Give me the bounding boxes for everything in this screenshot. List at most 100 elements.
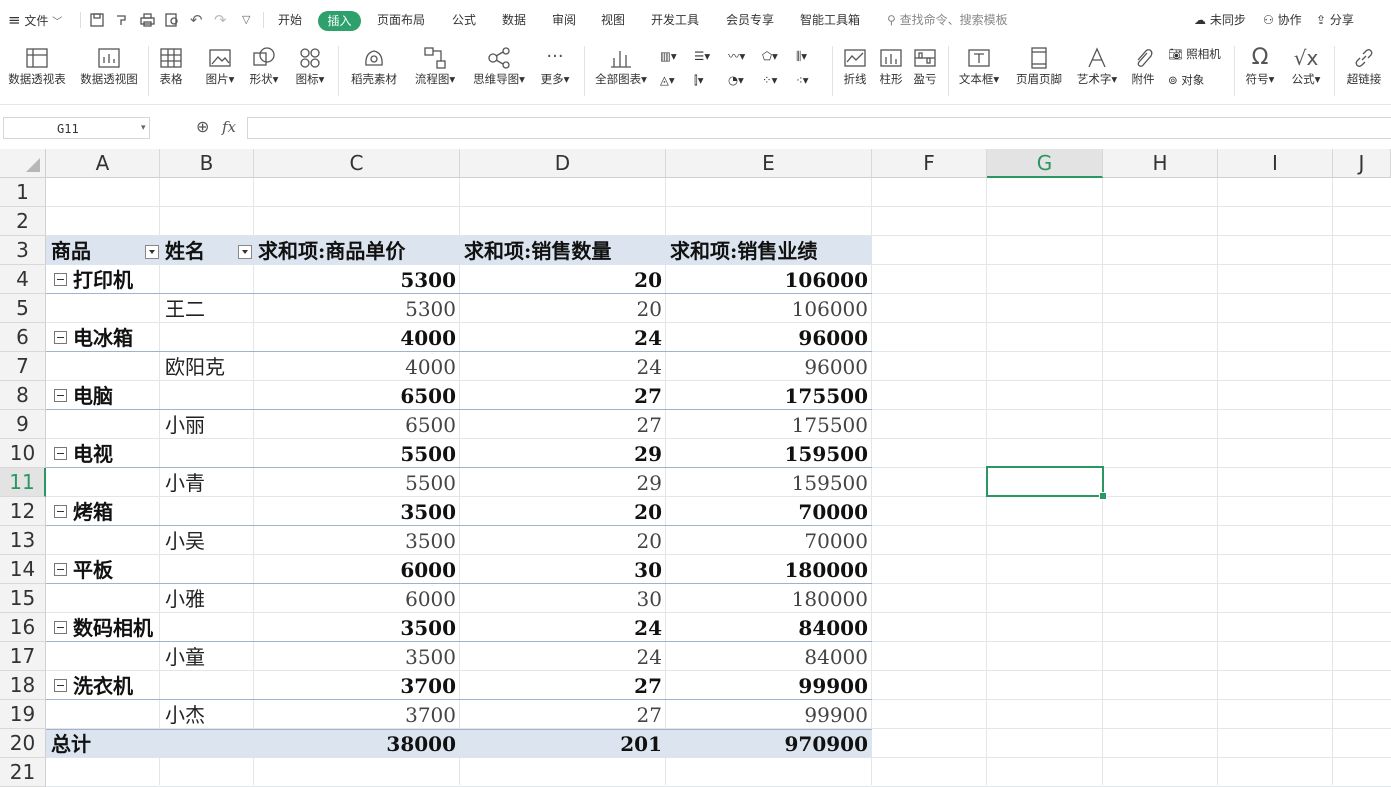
all-charts-button[interactable]: 全部图表▾ [592,44,650,98]
pivot-table-button[interactable]: 数据透视表 [4,44,70,98]
docer-material-button[interactable]: 稻壳素材 [346,44,402,98]
tab-formulas[interactable]: 公式 [452,0,476,40]
tab-smart-toolbox[interactable]: 智能工具箱 [800,0,860,40]
row-header-5[interactable]: 5 [0,294,46,323]
table-button[interactable]: 表格 [154,44,188,98]
row-header-18[interactable]: 18 [0,671,46,700]
combo-chart-dropdown[interactable]: ⫿▾ [694,70,703,90]
column-header-a[interactable]: A [46,149,160,178]
sparkline-winloss-button[interactable]: 盈亏 [908,44,942,98]
zoom-formula-icon[interactable]: ⊕ [196,117,209,136]
collapse-icon[interactable] [54,273,67,286]
active-cell-selection[interactable] [986,466,1104,497]
attachment-button[interactable]: 附件 [1126,44,1160,98]
insert-function-icon[interactable]: fx [222,118,236,136]
bar-chart-dropdown[interactable]: ☰▾ [694,46,710,66]
format-painter-icon[interactable] [115,0,129,40]
undo-icon[interactable]: ↶ [190,0,203,40]
picture-button[interactable]: 图片▾ [200,44,240,98]
quick-access-dropdown-icon[interactable]: ▽ [242,0,250,40]
collapse-icon[interactable] [54,331,67,344]
tab-data[interactable]: 数据 [502,0,526,40]
collaborate-button[interactable]: ⚇ 协作 [1263,0,1302,40]
tab-page-layout[interactable]: 页面布局 [377,0,425,40]
column-header-b[interactable]: B [160,149,254,178]
select-all-corner[interactable] [0,149,46,178]
mindmap-button[interactable]: 思维导图▾ [468,44,530,98]
collapse-icon[interactable] [54,389,67,402]
row-header-19[interactable]: 19 [0,700,46,729]
wordart-button[interactable]: 艺术字▾ [1072,44,1122,98]
flowchart-button[interactable]: 流程图▾ [410,44,460,98]
formula-input[interactable] [247,117,1391,139]
column-header-g[interactable]: G [987,149,1103,178]
hyperlink-button[interactable]: 超链接 [1342,44,1386,98]
row-header-9[interactable]: 9 [0,410,46,439]
tab-view[interactable]: 视图 [601,0,625,40]
more-button[interactable]: ··· 更多▾ [536,44,574,98]
share-button[interactable]: ⇪ 分享 [1316,0,1354,40]
collapse-icon[interactable] [54,679,67,692]
collapse-icon[interactable] [54,621,67,634]
sparkline-line-button[interactable]: 折线 [838,44,872,98]
collapse-icon[interactable] [54,563,67,576]
command-search[interactable]: ⚲ 查找命令、搜索模板 [887,0,1008,40]
row-header-12[interactable]: 12 [0,497,46,526]
row-header-1[interactable]: 1 [0,178,46,207]
radar-chart-dropdown[interactable]: ⬠▾ [762,46,778,66]
redo-icon[interactable]: ↷ [214,0,227,40]
sparkline-column-button[interactable]: 柱形 [874,44,908,98]
row-header-11[interactable]: 11 [0,468,46,497]
print-preview-icon[interactable] [165,0,180,40]
name-box[interactable]: G11 [3,117,150,139]
tab-developer[interactable]: 开发工具 [651,0,699,40]
row-header-13[interactable]: 13 [0,526,46,555]
row-header-21[interactable]: 21 [0,758,46,787]
print-icon[interactable] [140,0,155,40]
file-menu[interactable]: ≡ 文件 ﹀ [8,0,62,40]
row-header-7[interactable]: 7 [0,352,46,381]
symbol-button[interactable]: Ω 符号▾ [1240,44,1280,98]
pie-chart-dropdown[interactable]: ◔▾ [728,70,744,90]
textbox-button[interactable]: 文本框▾ [954,44,1004,98]
sync-status[interactable]: ☁ 未同步 [1194,0,1246,40]
row-header-17[interactable]: 17 [0,642,46,671]
column-header-c[interactable]: C [254,149,460,178]
row-header-2[interactable]: 2 [0,207,46,236]
fill-handle[interactable] [1099,492,1107,500]
row-header-15[interactable]: 15 [0,584,46,613]
row-header-14[interactable]: 14 [0,555,46,584]
name-filter-dropdown-icon[interactable] [238,245,252,259]
icon-library-button[interactable]: 图标▾ [290,44,330,98]
product-filter-dropdown-icon[interactable] [145,245,159,259]
column-header-f[interactable]: F [872,149,987,178]
row-header-20[interactable]: 20 [0,729,46,758]
row-header-3[interactable]: 3 [0,236,46,265]
tab-member[interactable]: 会员专享 [726,0,774,40]
shape-button[interactable]: 形状▾ [244,44,284,98]
pivot-chart-button[interactable]: 数据透视图 [76,44,142,98]
bubble-chart-dropdown[interactable]: ⁖▾ [796,70,809,90]
column-header-e[interactable]: E [666,149,872,178]
save-icon[interactable] [90,0,104,40]
camera-button[interactable]: 📷︎ 照相机 [1168,44,1221,64]
header-footer-button[interactable]: 页眉页脚 [1012,44,1066,98]
stock-chart-dropdown[interactable]: ⫼▾ [796,46,807,66]
equation-button[interactable]: √x 公式▾ [1286,44,1326,98]
column-header-i[interactable]: I [1218,149,1333,178]
column-chart-dropdown[interactable]: ▥▾ [660,46,677,66]
line-chart-dropdown[interactable]: 〰▾ [728,46,745,66]
row-header-6[interactable]: 6 [0,323,46,352]
name-box-dropdown-icon[interactable]: ▾ [141,123,146,133]
row-header-10[interactable]: 10 [0,439,46,468]
collapse-icon[interactable] [54,447,67,460]
column-header-j[interactable]: J [1333,149,1391,178]
tab-home[interactable]: 开始 [278,0,302,40]
column-header-h[interactable]: H [1103,149,1218,178]
row-header-16[interactable]: 16 [0,613,46,642]
tab-review[interactable]: 审阅 [552,0,576,40]
row-header-4[interactable]: 4 [0,265,46,294]
row-header-8[interactable]: 8 [0,381,46,410]
collapse-icon[interactable] [54,505,67,518]
column-header-d[interactable]: D [460,149,666,178]
